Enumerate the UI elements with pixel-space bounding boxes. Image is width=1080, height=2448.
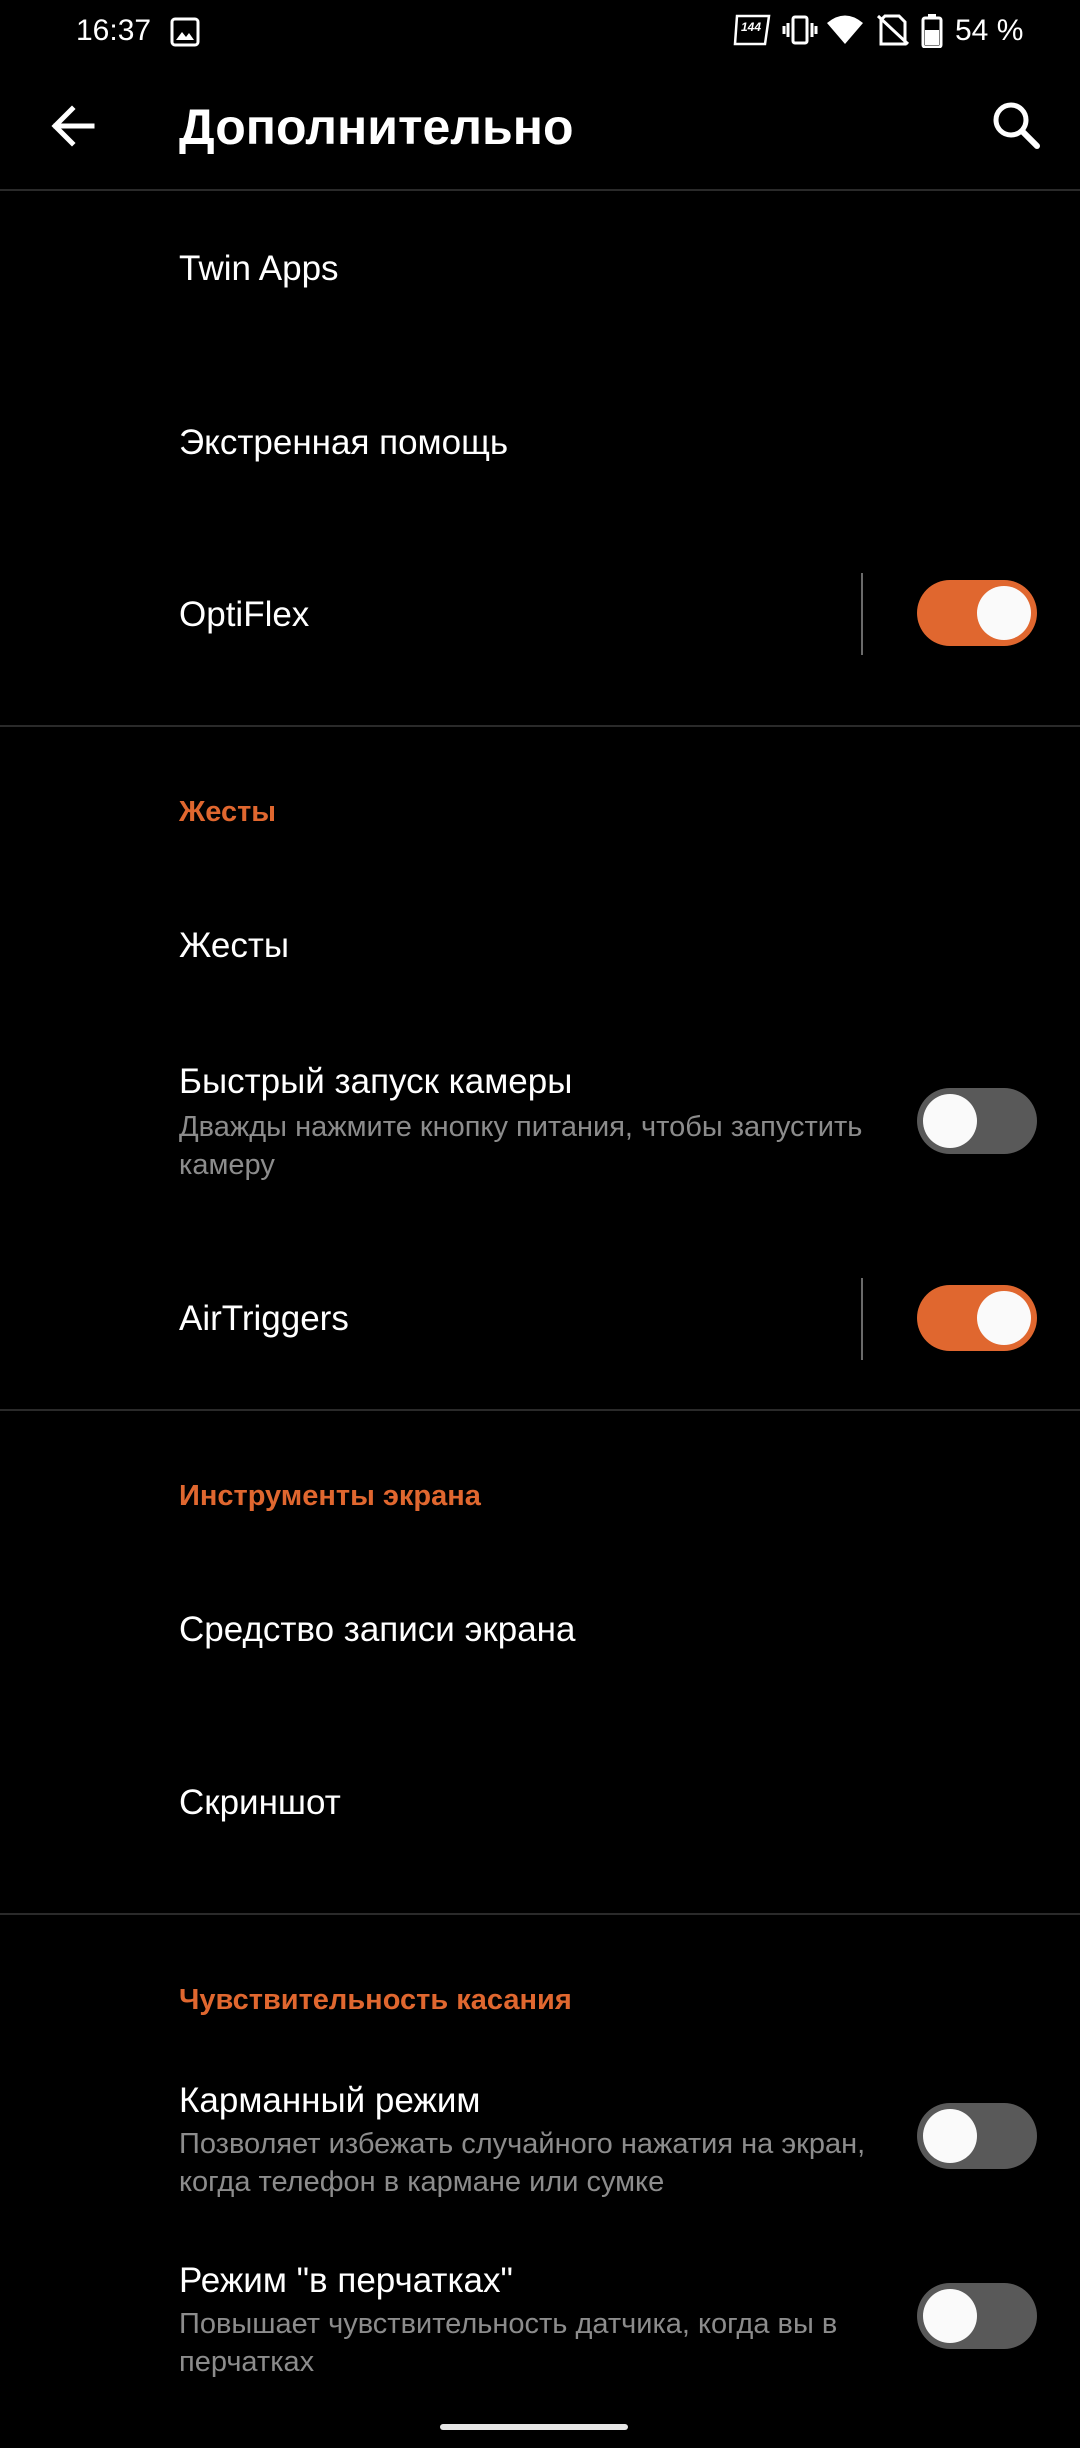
screenshot-title: Скриншот bbox=[179, 1783, 341, 1822]
screen: 16:37 144 54 % Дополнительно Twin Apps Э… bbox=[0, 0, 1080, 2448]
optiflex-toggle[interactable] bbox=[917, 580, 1037, 646]
glove-mode-item[interactable]: Режим "в перчатках" Повышает чувствитель… bbox=[0, 2238, 1080, 2418]
glove-mode-title: Режим "в перчатках" bbox=[179, 2261, 513, 2300]
airtriggers-toggle[interactable] bbox=[917, 1285, 1037, 1351]
screen-tools-section-header: Инструменты экрана bbox=[179, 1480, 481, 1512]
toggle-knob bbox=[977, 1291, 1031, 1345]
section-divider bbox=[0, 1913, 1080, 1915]
quick-camera-toggle[interactable] bbox=[917, 1088, 1037, 1154]
screen-recorder-item[interactable]: Средство записи экрана bbox=[0, 1546, 1080, 1718]
refresh-rate-icon: 144 bbox=[733, 14, 771, 46]
pocket-mode-toggle[interactable] bbox=[917, 2103, 1037, 2169]
no-sim-icon bbox=[876, 14, 910, 46]
status-bar: 16:37 144 54 % bbox=[0, 0, 1080, 62]
toggle-knob bbox=[923, 1094, 977, 1148]
emergency-help-title: Экстренная помощь bbox=[179, 423, 509, 462]
airtriggers-item[interactable]: AirTriggers bbox=[0, 1232, 1080, 1408]
search-icon[interactable] bbox=[982, 92, 1050, 160]
screenshot-item[interactable]: Скриншот bbox=[0, 1718, 1080, 1913]
quick-camera-summary: Дважды нажмите кнопку питания, чтобы зап… bbox=[179, 1111, 863, 1181]
gestures-title: Жесты bbox=[179, 926, 290, 965]
page-title: Дополнительно bbox=[179, 99, 574, 155]
battery-icon bbox=[921, 14, 943, 48]
section-divider bbox=[0, 1409, 1080, 1411]
wifi-icon bbox=[827, 15, 863, 44]
emergency-help-item[interactable]: Экстренная помощь bbox=[0, 362, 1080, 534]
optiflex-item[interactable]: OptiFlex bbox=[0, 534, 1080, 724]
gestures-section-header: Жесты bbox=[179, 796, 277, 828]
gesture-nav-handle[interactable] bbox=[440, 2424, 628, 2430]
app-bar: Дополнительно bbox=[0, 62, 1080, 190]
svg-text:144: 144 bbox=[741, 20, 761, 34]
pocket-mode-item[interactable]: Карманный режим Позволяет избежать случа… bbox=[0, 2058, 1080, 2238]
pocket-mode-summary: Позволяет избежать случайного нажатия на… bbox=[179, 2128, 866, 2198]
status-time: 16:37 bbox=[76, 14, 152, 47]
glove-mode-summary: Повышает чувствительность датчика, когда… bbox=[179, 2308, 838, 2378]
back-arrow-icon[interactable] bbox=[40, 92, 108, 160]
section-divider bbox=[0, 725, 1080, 727]
toggle-knob bbox=[923, 2109, 977, 2163]
battery-percentage: 54 % bbox=[955, 14, 1024, 47]
gestures-item[interactable]: Жесты bbox=[0, 862, 1080, 1032]
optiflex-separator bbox=[861, 573, 863, 655]
toggle-knob bbox=[923, 2289, 977, 2343]
twin-apps-title: Twin Apps bbox=[179, 249, 339, 288]
quick-camera-item[interactable]: Быстрый запуск камеры Дважды нажмите кно… bbox=[0, 1032, 1080, 1232]
vibrate-icon bbox=[782, 15, 818, 45]
glove-mode-toggle[interactable] bbox=[917, 2283, 1037, 2349]
toggle-knob bbox=[977, 586, 1031, 640]
airtriggers-title: AirTriggers bbox=[179, 1299, 349, 1338]
quick-camera-title: Быстрый запуск камеры bbox=[179, 1062, 573, 1101]
touch-sensitivity-section-header: Чувствительность касания bbox=[179, 1984, 572, 2016]
screen-recorder-title: Средство записи экрана bbox=[179, 1610, 576, 1649]
optiflex-title: OptiFlex bbox=[179, 595, 310, 634]
airtriggers-separator bbox=[861, 1278, 863, 1360]
pocket-mode-title: Карманный режим bbox=[179, 2081, 481, 2120]
twin-apps-item[interactable]: Twin Apps bbox=[0, 190, 1080, 362]
image-notification-icon bbox=[170, 17, 200, 47]
